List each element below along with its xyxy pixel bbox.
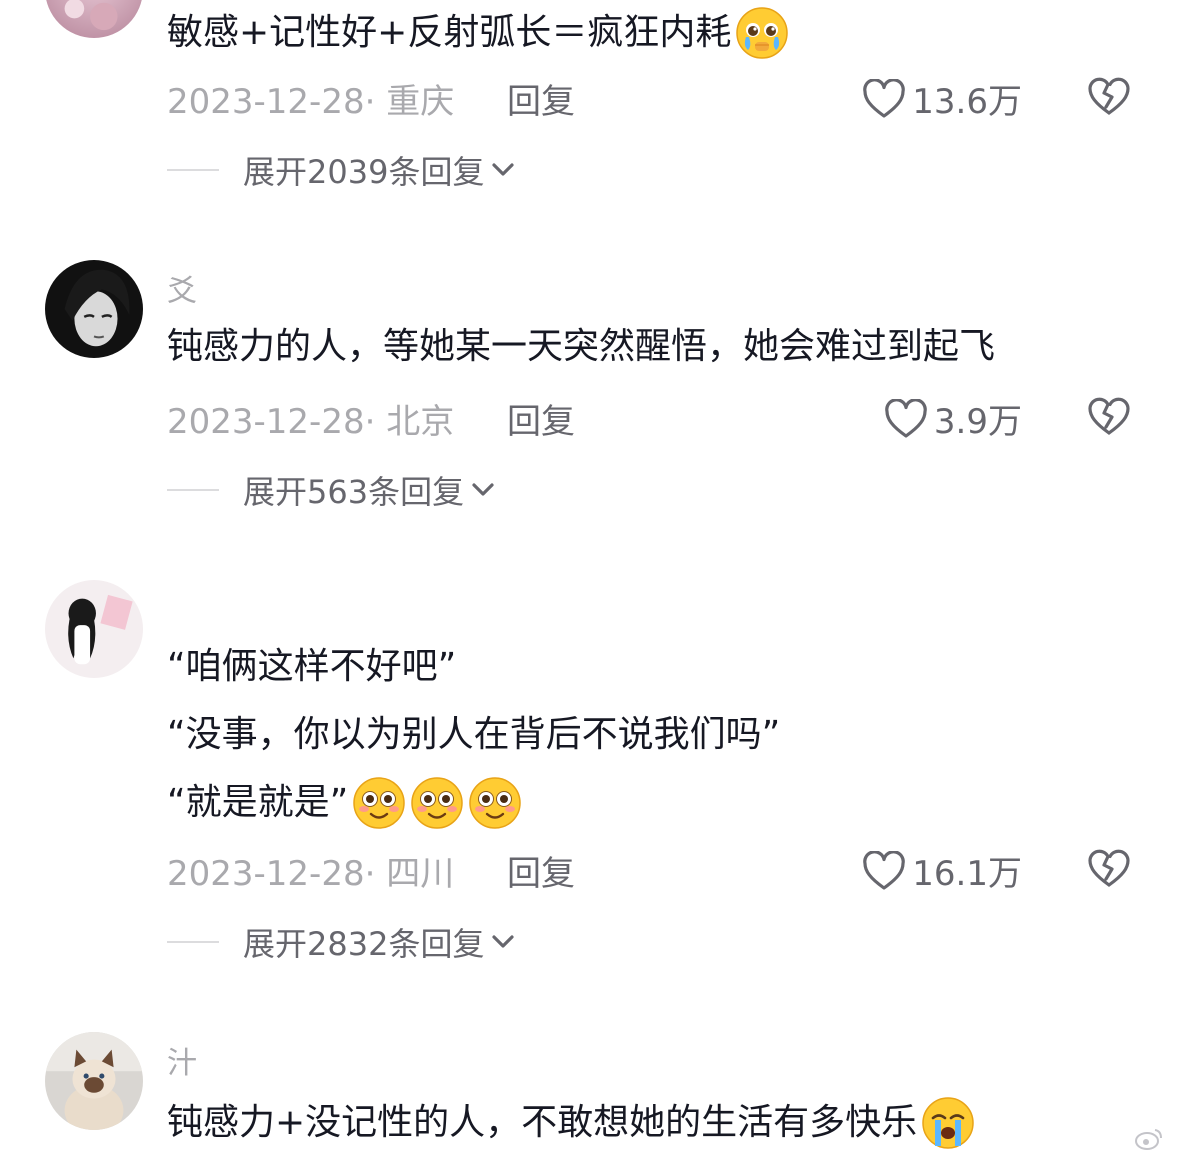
- comment-meta: 2023-12-28· 四川 回复 16.1万: [167, 846, 1147, 895]
- chevron-down-icon: [492, 163, 515, 176]
- comment-date: 2023-12-28: [167, 82, 365, 122]
- expand-replies-button[interactable]: 展开2039条回复: [167, 148, 516, 192]
- loudly-crying-face-icon: [921, 1096, 975, 1150]
- comment-text: 钝感力+没记性的人，不敢想她的生活有多快乐: [167, 1096, 975, 1150]
- reply-button[interactable]: 回复: [507, 74, 575, 123]
- comment-text: 钝感力的人，等她某一天突然醒悟，她会难过到起飞: [167, 326, 996, 367]
- like-button[interactable]: 3.9万: [884, 394, 1022, 443]
- comment-location: · 北京: [364, 402, 455, 442]
- expand-replies-label: 展开2832条回复: [243, 925, 485, 963]
- heart-outline-icon: [863, 850, 906, 890]
- dislike-button[interactable]: [1087, 848, 1131, 888]
- comment-text: “咱俩这样不好吧”: [167, 646, 457, 687]
- divider: [167, 489, 219, 491]
- weibo-icon: [1135, 1129, 1162, 1150]
- broken-heart-icon: [1088, 77, 1130, 115]
- username[interactable]: 汁: [167, 1038, 197, 1082]
- weibo-watermark: [1135, 1127, 1169, 1151]
- comment-date: 2023-12-28: [167, 402, 365, 442]
- like-count: 13.6万: [912, 82, 1022, 122]
- username[interactable]: 爻: [167, 266, 197, 310]
- reply-button[interactable]: 回复: [507, 394, 575, 443]
- dislike-button[interactable]: [1087, 76, 1131, 116]
- like-count: 3.9万: [933, 402, 1022, 442]
- pleading-crying-face-icon: [735, 6, 789, 60]
- comment-text: “没事，你以为别人在背后不说我们吗”: [167, 714, 781, 755]
- comment-meta: 2023-12-28· 重庆 回复 13.6万: [167, 74, 1147, 123]
- avatar[interactable]: [45, 260, 143, 358]
- expand-replies-button[interactable]: 展开563条回复: [167, 468, 496, 512]
- reply-button[interactable]: 回复: [507, 846, 575, 895]
- flushed-face-icon: [468, 776, 522, 830]
- broken-heart-icon: [1088, 849, 1130, 887]
- like-count: 16.1万: [912, 854, 1022, 894]
- expand-replies-label: 展开563条回复: [243, 473, 465, 511]
- comment-location: · 四川: [364, 854, 455, 894]
- comment-list: 敏感+记性好+反射弧长＝疯狂内耗 2023-12-28· 重庆 回复 13.6万…: [0, 0, 1179, 1163]
- heart-outline-icon: [863, 78, 906, 118]
- dislike-button[interactable]: [1087, 396, 1131, 436]
- comment-date: 2023-12-28: [167, 854, 365, 894]
- avatar[interactable]: [45, 1032, 143, 1130]
- like-button[interactable]: 13.6万: [862, 74, 1022, 123]
- flushed-face-icon: [410, 776, 464, 830]
- flushed-face-icon: [352, 776, 406, 830]
- like-button[interactable]: 16.1万: [862, 846, 1022, 895]
- chevron-down-icon: [472, 483, 494, 496]
- expand-replies-label: 展开2039条回复: [243, 153, 485, 191]
- broken-heart-icon: [1088, 397, 1130, 435]
- comment-meta: 2023-12-28· 北京 回复 3.9万: [167, 394, 1147, 443]
- chevron-down-icon: [492, 935, 515, 948]
- comment-text: 敏感+记性好+反射弧长＝疯狂内耗: [167, 6, 789, 60]
- comment-text: “就是就是”: [167, 776, 522, 830]
- avatar[interactable]: [45, 580, 143, 678]
- divider: [167, 941, 219, 943]
- expand-replies-button[interactable]: 展开2832条回复: [167, 920, 516, 964]
- heart-outline-icon: [885, 398, 927, 438]
- divider: [167, 169, 219, 171]
- comment-location: · 重庆: [364, 82, 455, 122]
- avatar[interactable]: [45, 0, 143, 38]
